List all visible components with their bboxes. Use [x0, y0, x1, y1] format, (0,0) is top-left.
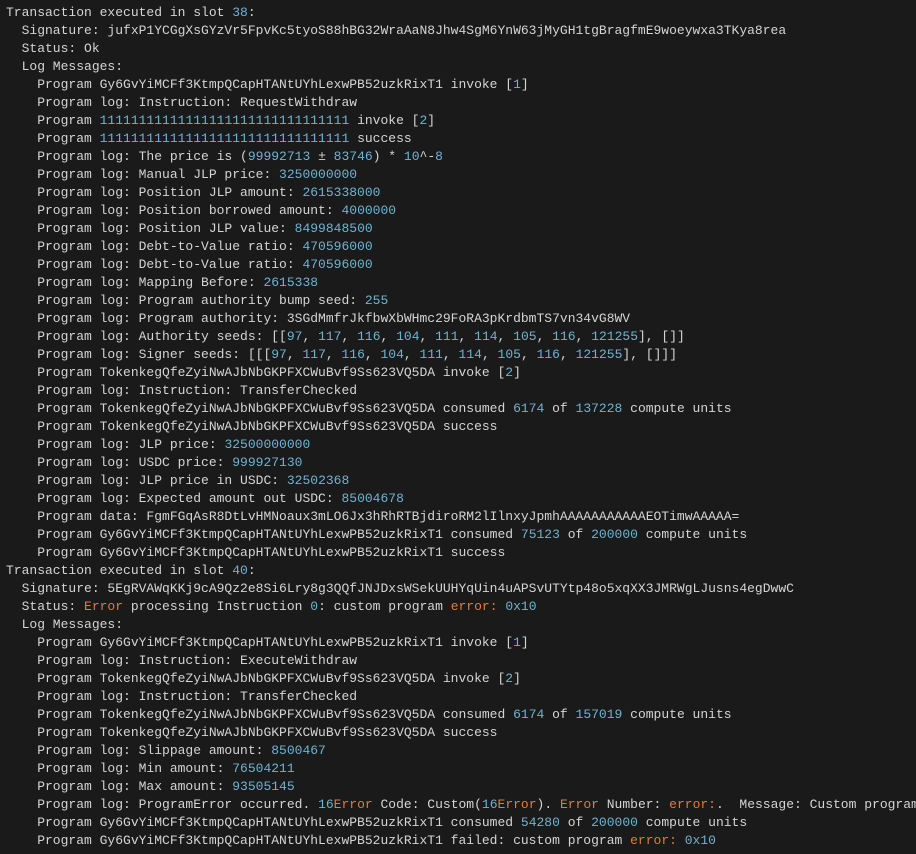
transaction-log-output: Transaction executed in slot 38: Signatu… — [0, 0, 916, 854]
